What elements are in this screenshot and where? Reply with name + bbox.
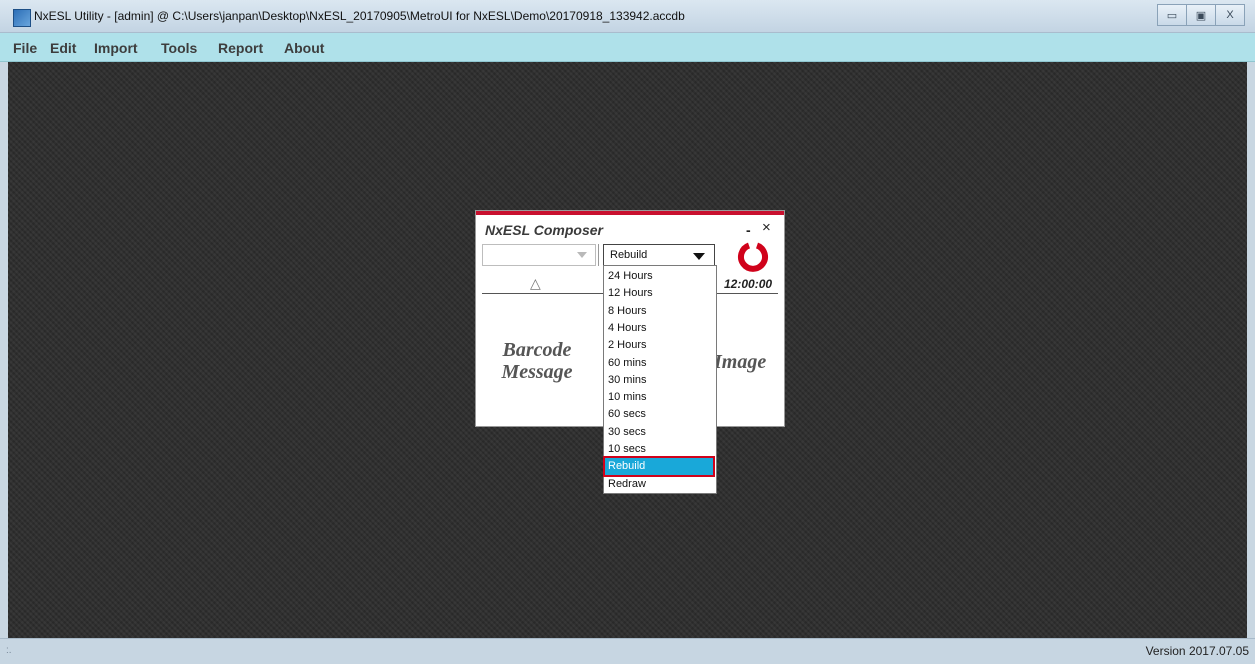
window-title: NxESL Utility - [admin] @ C:\Users\janpa…: [34, 9, 685, 23]
interval-dropdown-list: 24 Hours 12 Hours 8 Hours 4 Hours 2 Hours 60 …: [603, 265, 717, 494]
template-combo[interactable]: [482, 244, 596, 266]
dropdown-option[interactable]: 24 Hours: [605, 268, 713, 285]
menu-about[interactable]: About: [284, 40, 324, 56]
version-label: Version 2017.07.05: [1145, 644, 1249, 658]
menu-edit[interactable]: Edit: [50, 40, 76, 56]
dropdown-option[interactable]: 4 Hours: [605, 320, 713, 337]
menu-report[interactable]: Report: [218, 40, 263, 56]
close-button[interactable]: X: [1216, 4, 1245, 26]
dialog-minimize-button[interactable]: -: [746, 222, 751, 238]
chevron-down-icon[interactable]: [693, 253, 705, 260]
title-bar: NxESL Utility - [admin] @ C:\Users\janpa…: [0, 0, 1255, 33]
dropdown-option[interactable]: Redraw: [605, 476, 713, 493]
menu-import[interactable]: Import: [94, 40, 138, 56]
minimize-button[interactable]: ▭: [1157, 4, 1187, 26]
maximize-button[interactable]: ▣: [1187, 4, 1216, 26]
dropdown-option[interactable]: 10 mins: [605, 389, 713, 406]
chevron-down-icon[interactable]: [577, 252, 587, 258]
dialog-close-button[interactable]: ×: [762, 219, 771, 236]
refresh-time: 12:00:00: [724, 277, 773, 291]
dropdown-option[interactable]: 60 mins: [605, 355, 713, 372]
dialog-title: NxESL Composer: [485, 222, 603, 238]
image-label: Image: [714, 351, 767, 373]
barcode-label-line2: Message: [501, 361, 573, 383]
resize-grip-icon[interactable]: :.: [6, 645, 12, 656]
interval-combo[interactable]: Rebuild: [603, 244, 715, 267]
interval-combo-value: Rebuild: [610, 249, 648, 261]
status-bar: :. Version 2017.07.05: [0, 638, 1255, 664]
window-controls: ▭ ▣ X: [1157, 4, 1245, 26]
menu-tools[interactable]: Tools: [161, 40, 197, 56]
window-frame-right: [1247, 62, 1255, 638]
dropdown-option[interactable]: 30 secs: [605, 424, 713, 441]
refresh-icon[interactable]: [737, 241, 769, 273]
dropdown-option[interactable]: 30 mins: [605, 372, 713, 389]
sort-triangle-icon[interactable]: △: [530, 275, 541, 292]
window-frame-left: [0, 62, 8, 638]
dropdown-option[interactable]: 10 secs: [605, 441, 713, 458]
dropdown-option[interactable]: Rebuild: [603, 456, 715, 478]
combo-divider: [598, 244, 599, 266]
barcode-message-label: Barcode Message: [500, 339, 574, 383]
dropdown-option[interactable]: 12 Hours: [605, 285, 713, 302]
menu-file[interactable]: File: [13, 40, 37, 56]
dropdown-option[interactable]: 8 Hours: [605, 303, 713, 320]
menu-bar: File Edit Import Tools Report About: [0, 33, 1255, 62]
dropdown-option[interactable]: 2 Hours: [605, 337, 713, 354]
barcode-label-line1: Barcode: [502, 339, 572, 361]
app-icon: [13, 9, 31, 27]
dropdown-option[interactable]: 60 secs: [605, 406, 713, 423]
